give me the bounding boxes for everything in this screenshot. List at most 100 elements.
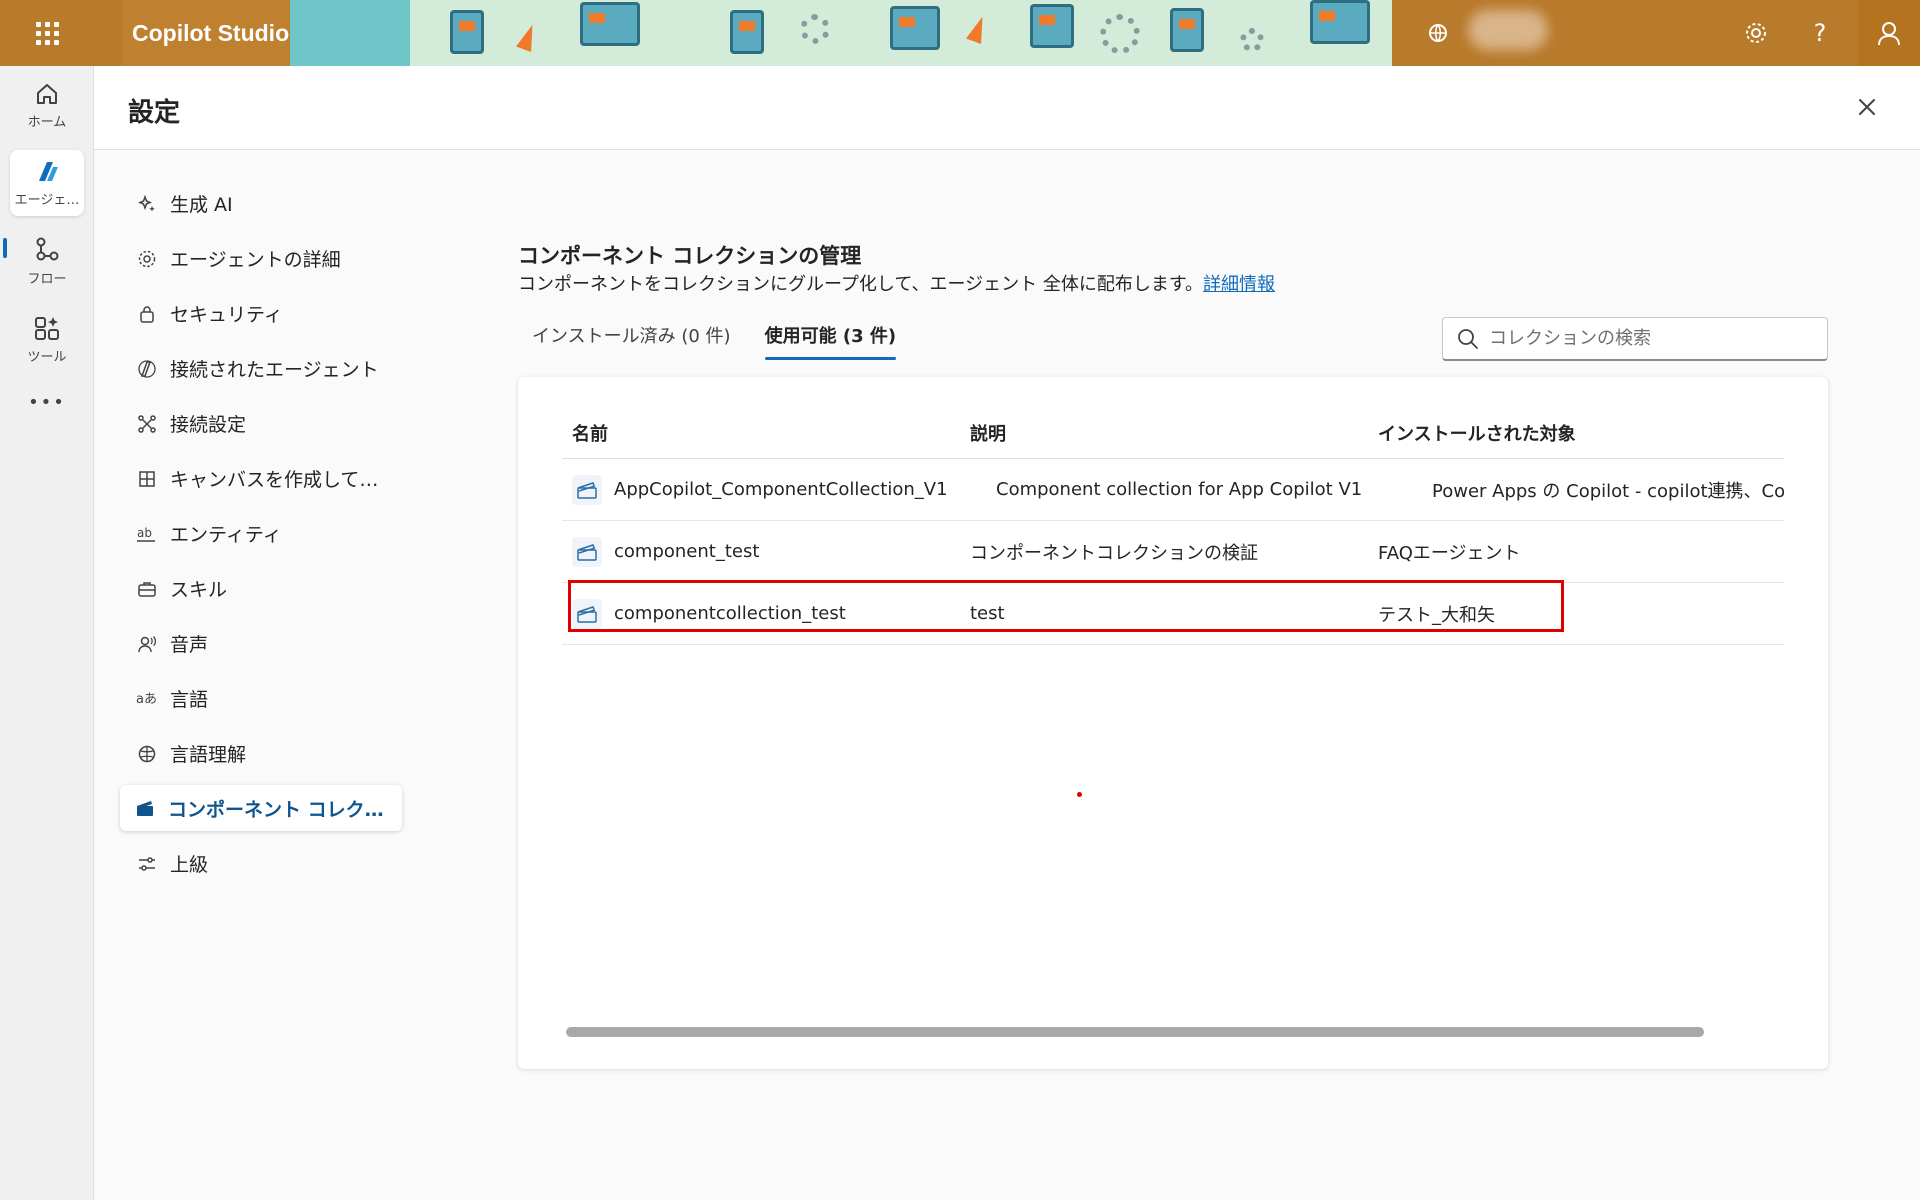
- app-launcher-button[interactable]: [0, 0, 94, 66]
- nav-item-label: 言語理解: [170, 744, 247, 766]
- app-title[interactable]: Copilot Studio: [122, 0, 290, 66]
- nav-item-entities[interactable]: ab エンティティ: [122, 506, 412, 561]
- row-installed-to: Power Apps の Copilot - copilot連携、Co: [1432, 480, 1784, 502]
- tools-icon: [35, 316, 59, 340]
- clapperboard-icon: [572, 536, 602, 567]
- table-row[interactable]: component_test コンポーネントコレクションの検証 FAQエージェン…: [562, 521, 1784, 583]
- flow-icon: [36, 237, 59, 260]
- rail-item-home[interactable]: ホーム: [10, 72, 84, 138]
- rail-active-indicator: [3, 238, 7, 258]
- section-description: コンポーネントをコレクションにグループ化して、エージェント 全体に配布します。詳…: [518, 270, 1275, 296]
- nav-item-label: 接続されたエージェント: [170, 359, 379, 381]
- row-description: test: [970, 603, 1005, 624]
- row-name: AppCopilot_ComponentCollection_V1: [614, 479, 948, 500]
- globe-icon: [1429, 24, 1447, 42]
- row-installed-to: FAQエージェント: [1378, 542, 1521, 564]
- row-installed-to: テスト_大和矢: [1378, 604, 1495, 626]
- horizontal-scrollbar[interactable]: [566, 1027, 1704, 1037]
- agent-icon: [39, 161, 58, 181]
- nav-item-voice[interactable]: 音声: [122, 616, 412, 671]
- nav-item-connection-settings[interactable]: 接続設定: [122, 396, 412, 451]
- nav-item-label: スキル: [170, 579, 228, 601]
- nav-item-label: 音声: [170, 634, 209, 656]
- robot-icon: [1310, 0, 1370, 44]
- rail-item-flows[interactable]: フロー: [10, 228, 84, 294]
- nav-item-label: キャンバスを作成して…: [170, 469, 379, 491]
- description-text: コンポーネントをコレクションにグループ化して、エージェント 全体に配布します。: [518, 274, 1204, 295]
- nav-item-generative-ai[interactable]: 生成 AI: [122, 176, 412, 231]
- nav-item-advanced[interactable]: 上級: [122, 836, 412, 891]
- nav-item-label: エンティティ: [170, 524, 282, 546]
- nav-item-connected-agents[interactable]: 接続されたエージェント: [122, 341, 412, 396]
- row-name: component_test: [614, 541, 760, 562]
- gear-decoration-icon: [1100, 14, 1140, 54]
- brain-icon: [136, 743, 158, 765]
- grid-icon: [136, 468, 158, 490]
- nav-item-skills[interactable]: スキル: [122, 561, 412, 616]
- home-icon: [37, 83, 57, 104]
- nav-item-canvas[interactable]: キャンバスを作成して…: [122, 451, 412, 506]
- table-row[interactable]: componentcollection_test test テスト_大和矢: [562, 583, 1784, 645]
- help-icon: ?: [1813, 19, 1827, 47]
- settings-button[interactable]: [1730, 0, 1782, 66]
- search-input[interactable]: [1489, 328, 1809, 349]
- connection-icon: [136, 413, 158, 435]
- nav-item-label: 接続設定: [170, 414, 247, 436]
- entity-icon: ab: [136, 523, 158, 545]
- close-button[interactable]: [1852, 92, 1882, 122]
- account-button[interactable]: [1858, 0, 1920, 66]
- row-description: Component collection for App Copilot V1: [996, 479, 1363, 500]
- clapperboard-icon: [134, 797, 156, 819]
- rail-item-label: フロー: [27, 271, 67, 287]
- gear-decoration-icon: [1240, 28, 1264, 52]
- rail-item-tools[interactable]: ツール: [10, 306, 84, 372]
- lock-icon: [136, 303, 158, 325]
- help-button[interactable]: ?: [1794, 0, 1846, 66]
- nav-item-security[interactable]: セキュリティ: [122, 286, 412, 341]
- nav-item-label: エージェントの詳細: [170, 249, 341, 271]
- tab-installed[interactable]: インストール済み (0 件): [532, 314, 731, 360]
- robot-icon: [580, 2, 640, 46]
- gear-decoration-icon: [800, 14, 830, 44]
- sparkle-icon: [136, 193, 158, 215]
- nav-item-agent-details[interactable]: エージェントの詳細: [122, 231, 412, 286]
- search-icon: [1458, 328, 1478, 349]
- svg-text:ab: ab: [137, 526, 152, 540]
- rail-item-agents[interactable]: エージェ…: [10, 150, 84, 216]
- robot-icon: [1170, 8, 1204, 52]
- robot-icon: [450, 10, 484, 54]
- voice-icon: [136, 633, 158, 655]
- table-header: 名前 説明 インストールされた対象: [562, 407, 1784, 459]
- clapperboard-icon: [572, 474, 602, 505]
- table-row[interactable]: AppCopilot_ComponentCollection_V1 Compon…: [562, 459, 1784, 521]
- nav-item-label: 生成 AI: [170, 194, 233, 216]
- robot-icon: [890, 6, 940, 50]
- settings-nav: 生成 AI エージェントの詳細 セキュリティ 接続されたエージェント 接続設定 …: [120, 176, 412, 891]
- robot-icon: [1030, 4, 1074, 48]
- learn-more-link[interactable]: 詳細情報: [1203, 274, 1275, 295]
- rail-more-button[interactable]: •••: [10, 380, 84, 424]
- bolt-icon: [966, 14, 990, 44]
- nav-item-language[interactable]: aあ 言語: [122, 671, 412, 726]
- nav-item-label: 上級: [170, 854, 209, 876]
- row-name-cell: componentcollection_test: [562, 598, 970, 629]
- search-box[interactable]: [1442, 317, 1828, 361]
- gear-icon: [1746, 23, 1766, 43]
- column-header-name[interactable]: 名前: [562, 420, 970, 446]
- banner-illustration: [290, 0, 1392, 66]
- nav-item-label: 言語: [170, 689, 209, 711]
- column-header-description[interactable]: 説明: [970, 420, 1378, 446]
- tab-available[interactable]: 使用可能 (3 件): [764, 314, 896, 360]
- waffle-icon: [35, 21, 59, 45]
- rail-item-label: エージェ…: [14, 192, 80, 208]
- briefcase-icon: [136, 578, 158, 600]
- row-name-cell: AppCopilot_ComponentCollection_V1: [562, 474, 970, 505]
- panel-header: 設定: [94, 66, 1920, 150]
- nav-item-language-understanding[interactable]: 言語理解: [122, 726, 412, 781]
- robot-icon: [730, 10, 764, 54]
- cursor-marker: [1077, 792, 1082, 797]
- nav-item-component-collections[interactable]: コンポーネント コレク…: [120, 785, 402, 831]
- row-name-cell: component_test: [562, 536, 970, 567]
- environment-button[interactable]: [1412, 0, 1464, 66]
- column-header-installed-to[interactable]: インストールされた対象: [1378, 420, 1784, 446]
